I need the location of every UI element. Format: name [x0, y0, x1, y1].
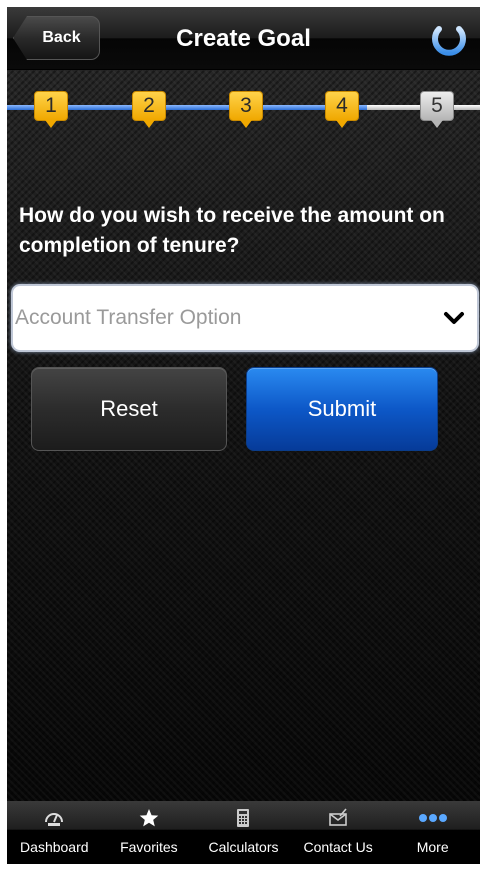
step-4: 4	[325, 91, 359, 131]
envelope-icon	[329, 808, 347, 826]
tab-label: Dashboard	[20, 839, 89, 855]
step-2: 2	[132, 91, 166, 131]
submit-button[interactable]: Submit	[246, 367, 438, 451]
step-2-label: 2	[132, 91, 166, 121]
step-3: 3	[229, 91, 263, 131]
transfer-option-select[interactable]: Account Transfer Option	[11, 284, 479, 352]
tab-more[interactable]: More	[385, 801, 480, 864]
submit-button-label: Submit	[307, 396, 377, 421]
step-pointer	[336, 120, 348, 128]
tab-calculators[interactable]: Calculators	[196, 801, 291, 864]
select-placeholder: Account Transfer Option	[15, 306, 242, 329]
reset-button[interactable]: Reset	[31, 367, 227, 451]
more-dots-icon	[418, 814, 447, 822]
step-4-label: 4	[325, 91, 359, 121]
step-5-label: 5	[420, 91, 454, 121]
step-5: 5	[420, 91, 454, 131]
gauge-icon	[45, 813, 64, 826]
step-pointer	[431, 120, 443, 128]
step-pointer	[143, 120, 155, 128]
app-screen: Back Create Goal 1 2 3 4 5 How do you wi…	[7, 7, 480, 864]
goal-progress-steps: 1 2 3 4 5	[7, 83, 480, 143]
bottom-tab-bar: Dashboard Favorites Calculators Contact …	[7, 801, 480, 864]
tab-label: Contact Us	[303, 839, 373, 855]
question-text: How do you wish to receive the amount on…	[19, 204, 445, 257]
tab-dashboard[interactable]: Dashboard	[7, 801, 102, 864]
back-button-label: Back	[42, 29, 81, 46]
nav-header: Back Create Goal	[7, 7, 480, 70]
step-1-label: 1	[34, 91, 68, 121]
calculator-icon	[237, 809, 250, 827]
step-1: 1	[34, 91, 68, 131]
page-title: Create Goal	[176, 24, 311, 52]
tab-favorites[interactable]: Favorites	[102, 801, 197, 864]
tab-label: More	[416, 839, 449, 855]
star-icon	[139, 809, 159, 827]
reset-button-label: Reset	[100, 396, 158, 421]
back-button[interactable]: Back	[13, 16, 100, 60]
step-3-label: 3	[229, 91, 263, 121]
tab-label: Calculators	[208, 839, 279, 855]
chevron-down-icon	[444, 312, 464, 324]
tab-contact-us[interactable]: Contact Us	[291, 801, 386, 864]
power-icon[interactable]	[427, 17, 471, 61]
step-pointer	[240, 120, 252, 128]
tab-label: Favorites	[120, 839, 178, 855]
step-pointer	[45, 120, 57, 128]
